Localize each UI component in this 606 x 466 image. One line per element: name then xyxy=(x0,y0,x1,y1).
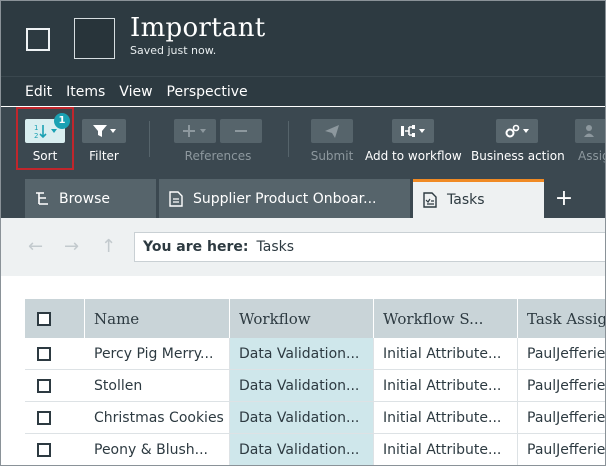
filter-button[interactable]: Filter xyxy=(79,107,129,171)
table-row[interactable]: Peony & Blush... Data Validation... Init… xyxy=(25,434,605,465)
references-button-group[interactable]: References xyxy=(171,107,265,171)
sort-count-badge: 1 xyxy=(54,113,70,129)
arrow-up-icon[interactable]: ↑ xyxy=(101,236,116,257)
row-checkbox[interactable] xyxy=(37,346,51,361)
assign-icon xyxy=(575,119,605,143)
app-header: Important Saved just now. xyxy=(1,1,605,76)
toolbar-divider xyxy=(149,121,150,157)
menu-bar: Edit Items View Perspective xyxy=(1,76,605,106)
cell-name[interactable]: Christmas Cookies xyxy=(85,402,230,433)
plus-icon xyxy=(174,119,216,143)
row-checkbox[interactable] xyxy=(37,442,51,457)
document-icon xyxy=(167,190,185,208)
cell-workflow[interactable]: Data Validation... xyxy=(230,402,374,433)
tree-icon xyxy=(33,190,51,208)
paper-plane-icon xyxy=(311,119,353,143)
app-window: Important Saved just now. Edit Items Vie… xyxy=(0,0,606,466)
select-all-cell xyxy=(25,299,85,338)
breadcrumb-prefix: You are here: xyxy=(143,239,249,255)
row-select-cell xyxy=(25,402,85,433)
tab-browse-label: Browse xyxy=(59,190,110,207)
object-thumbnail xyxy=(74,18,115,59)
cell-name[interactable]: Percy Pig Merry... xyxy=(85,338,230,369)
submit-label: Submit xyxy=(310,149,354,163)
menu-edit[interactable]: Edit xyxy=(25,84,52,100)
cell-workflow-state[interactable]: Initial Attribute... xyxy=(374,402,518,433)
cell-task-assignee[interactable]: PaulJefferies xyxy=(518,434,605,465)
column-header-name[interactable]: Name xyxy=(85,299,230,338)
table-row[interactable]: Christmas Cookies Data Validation... Ini… xyxy=(25,402,605,434)
tasks-icon xyxy=(421,191,439,209)
menu-view[interactable]: View xyxy=(119,84,152,100)
navigation-bar: ← → ↑ You are here: Tasks xyxy=(1,218,605,276)
tab-tasks[interactable]: Tasks xyxy=(413,179,544,218)
menu-items[interactable]: Items xyxy=(66,84,105,100)
gears-icon xyxy=(496,119,538,143)
tab-supplier-product-onboarding[interactable]: Supplier Product Onboar... xyxy=(159,179,410,218)
cell-workflow-state[interactable]: Initial Attribute... xyxy=(374,434,518,465)
arrow-left-icon[interactable]: ← xyxy=(28,236,43,257)
column-header-task-assignee[interactable]: Task Assignee xyxy=(518,299,605,338)
tab-bar: Browse Supplier Product Onboar... Tasks xyxy=(1,171,605,218)
column-header-workflow-state[interactable]: Workflow S... xyxy=(374,299,518,338)
tab-supplier-label: Supplier Product Onboar... xyxy=(193,190,377,207)
workflow-icon xyxy=(392,119,434,143)
table-row[interactable]: Percy Pig Merry... Data Validation... In… xyxy=(25,338,605,370)
select-all-checkbox[interactable] xyxy=(37,311,51,326)
arrow-right-icon[interactable]: → xyxy=(64,236,79,257)
add-to-workflow-label: Add to workflow xyxy=(365,149,462,163)
cell-workflow[interactable]: Data Validation... xyxy=(230,434,374,465)
select-object-checkbox[interactable] xyxy=(26,28,50,51)
toolbar: 1 2 Sort Filter References Submit Add to… xyxy=(1,107,605,171)
page-title: Important xyxy=(130,13,266,43)
row-checkbox[interactable] xyxy=(37,378,51,393)
row-select-cell xyxy=(25,370,85,401)
cell-workflow[interactable]: Data Validation... xyxy=(230,338,374,369)
cell-task-assignee[interactable]: PaulJefferies xyxy=(518,338,605,369)
assign-label: Assign xyxy=(578,149,605,163)
business-action-label: Business action xyxy=(471,149,565,163)
grid-header: Name Workflow Workflow S... Task Assigne… xyxy=(25,299,605,338)
submit-button[interactable]: Submit xyxy=(306,107,358,171)
toolbar-divider xyxy=(288,121,289,157)
cell-workflow-state[interactable]: Initial Attribute... xyxy=(374,338,518,369)
add-to-workflow-button[interactable]: Add to workflow xyxy=(365,107,462,171)
breadcrumb: You are here: Tasks xyxy=(134,232,605,262)
cell-workflow[interactable]: Data Validation... xyxy=(230,370,374,401)
table-row[interactable]: Stollen Data Validation... Initial Attri… xyxy=(25,370,605,402)
cell-name[interactable]: Peony & Blush... xyxy=(85,434,230,465)
row-select-cell xyxy=(25,338,85,369)
cell-task-assignee[interactable]: PaulJefferies xyxy=(518,402,605,433)
task-list-panel: Name Workflow Workflow S... Task Assigne… xyxy=(1,276,605,465)
cell-name[interactable]: Stollen xyxy=(85,370,230,401)
breadcrumb-current[interactable]: Tasks xyxy=(257,239,295,255)
funnel-icon xyxy=(82,119,126,143)
business-action-button[interactable]: Business action xyxy=(471,107,565,171)
cell-task-assignee[interactable]: PaulJefferies xyxy=(518,370,605,401)
column-header-workflow[interactable]: Workflow xyxy=(230,299,374,338)
add-tab-button[interactable]: + xyxy=(549,179,579,218)
filter-label: Filter xyxy=(89,149,119,163)
references-label: References xyxy=(184,149,252,163)
save-status: Saved just now. xyxy=(130,44,217,57)
tab-tasks-label: Tasks xyxy=(447,192,485,208)
assign-button[interactable]: Assign xyxy=(574,107,605,171)
row-checkbox[interactable] xyxy=(37,410,51,425)
row-select-cell xyxy=(25,434,85,465)
cell-workflow-state[interactable]: Initial Attribute... xyxy=(374,370,518,401)
minus-icon xyxy=(220,119,262,143)
tab-browse[interactable]: Browse xyxy=(25,179,156,218)
menu-perspective[interactable]: Perspective xyxy=(167,84,248,100)
